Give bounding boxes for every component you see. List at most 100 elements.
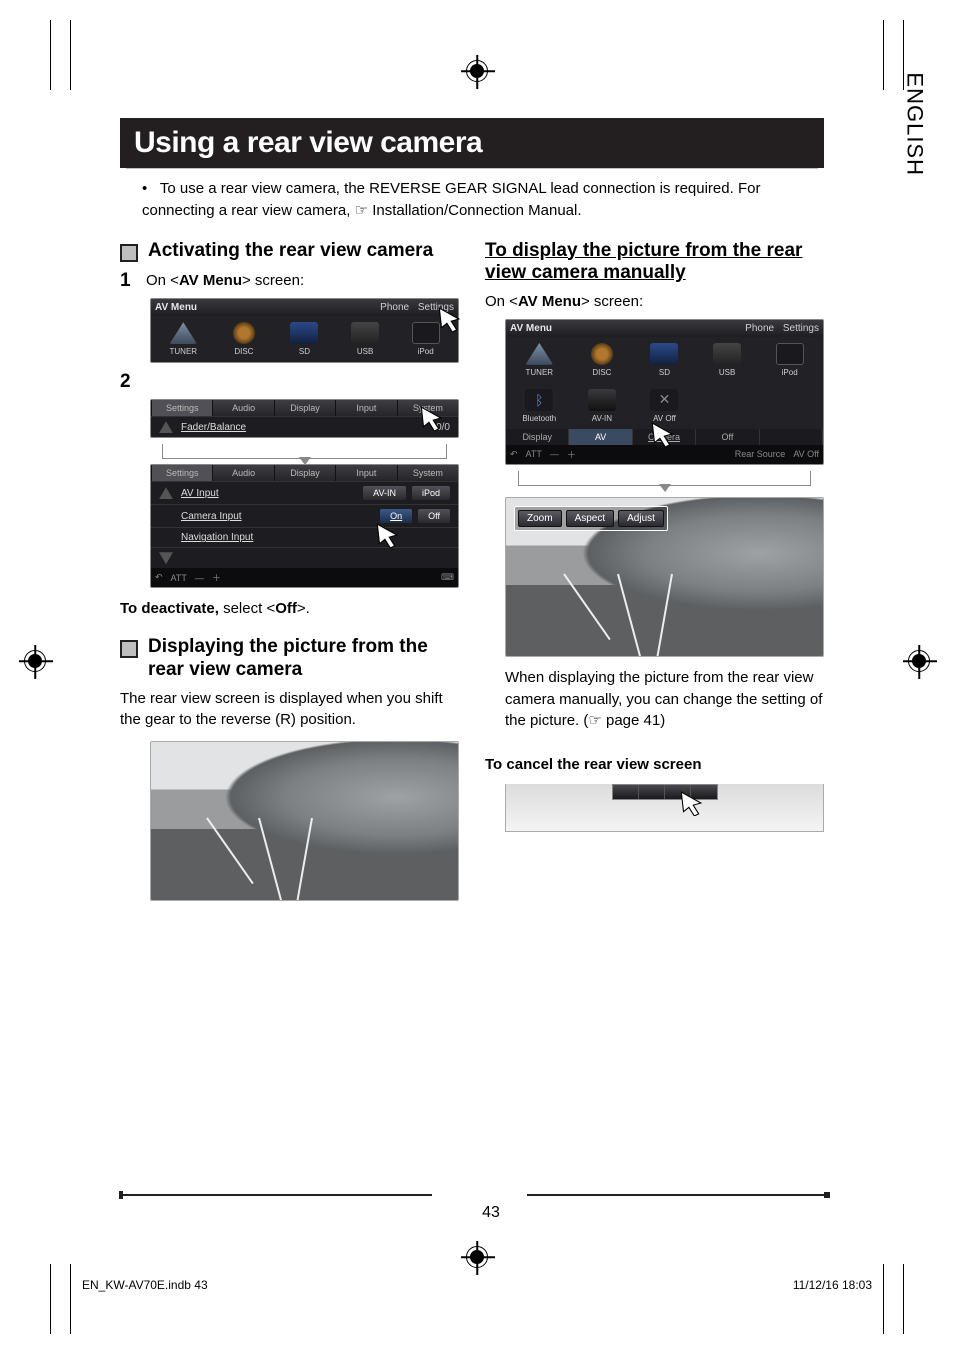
back-icon[interactable]: ↶ [155,572,163,583]
back-icon[interactable]: ↶ [510,449,518,460]
bar-av[interactable]: AV [569,429,632,445]
on-button[interactable]: On [380,509,412,523]
display-body: The rear view screen is displayed when y… [120,688,459,732]
usb-icon [351,322,379,344]
avoff-item[interactable]: ✕AV Off [637,389,692,423]
disc-item[interactable]: DISC [575,343,630,377]
picture-controls: Zoom Aspect Adjust [514,506,668,531]
step1-text: On <AV Menu> screen: [146,270,304,292]
registration-mark-icon [908,650,930,672]
fader-balance-label[interactable]: Fader/Balance [181,422,246,433]
avin-icon [588,389,616,411]
av-menu-screenshot: AV Menu Phone Settings TUNER DISC SD USB… [150,298,459,363]
adjust-button[interactable]: Adjust [618,510,664,527]
att-button[interactable]: ATT [526,449,542,459]
deactivate-text: To deactivate, select <Off>. [120,598,459,620]
camera-input-label[interactable]: Camera Input [181,511,242,522]
disc-item[interactable]: DISC [218,322,271,356]
tab-audio[interactable]: Audio [212,400,273,416]
step-number: 1 [120,270,134,292]
cursor-icon [373,522,399,548]
crop-mark-icon [903,1264,904,1334]
page-number: 43 [120,1204,862,1222]
cursor-icon [648,421,674,447]
registration-mark-icon [466,60,488,82]
plus-button[interactable]: ＋ [567,448,576,461]
tab-display[interactable]: Display [274,400,335,416]
usb-icon [713,343,741,365]
manual-text: On <AV Menu> screen: [485,291,824,313]
scroll-up-icon[interactable] [159,421,173,433]
usb-item[interactable]: USB [700,343,755,377]
minus-button[interactable]: — [550,449,559,459]
sd-icon [290,322,318,344]
usb-item[interactable]: USB [339,322,392,356]
footer-file: EN_KW-AV70E.indb 43 [82,1278,208,1292]
section-box-icon [120,244,138,262]
ipod-icon [776,343,804,365]
sd-item[interactable]: SD [278,322,331,356]
manual-heading: To display the picture from the rear vie… [485,240,824,286]
page-title: Using a rear view camera [120,118,824,168]
cancel-heading: To cancel the rear view screen [485,754,824,776]
tuner-icon [169,322,197,344]
avin-item[interactable]: AV-IN [575,389,630,423]
registration-mark-icon [24,650,46,672]
tab-audio[interactable]: Audio [212,465,273,481]
intro-text: • To use a rear view camera, the REVERSE… [142,178,824,222]
tab-system[interactable]: System [397,465,458,481]
ss-title: AV Menu [155,302,197,313]
rear-source-button[interactable]: Rear Source [735,449,786,459]
tab-input[interactable]: Input [335,465,396,481]
cursor-icon [435,306,461,332]
tuner-item[interactable]: TUNER [157,322,210,356]
section-box-icon [120,640,138,658]
avoff-icon: ✕ [650,389,678,411]
crop-mark-icon [70,20,71,90]
scroll-up-icon[interactable] [159,487,173,499]
avoff-foot-button[interactable]: AV Off [793,449,819,459]
settings-title: Settings [151,465,212,481]
avin-button[interactable]: AV-IN [363,486,406,500]
page-rule [120,1194,432,1196]
zoom-button[interactable]: Zoom [518,510,562,527]
att-button[interactable]: ATT [171,573,187,583]
minus-button[interactable]: — [195,573,204,583]
bluetooth-icon: ᛒ [525,389,553,411]
rear-camera-image [150,741,459,901]
av-input-label[interactable]: AV Input [181,488,219,499]
control-slot[interactable] [639,785,665,799]
phone-button[interactable]: Phone [380,302,409,313]
sd-item[interactable]: SD [637,343,692,377]
aspect-button[interactable]: Aspect [566,510,615,527]
ipod-item[interactable]: iPod [762,343,817,377]
registration-mark-icon [466,1246,488,1268]
navigation-input-label[interactable]: Navigation Input [181,532,253,543]
tab-input[interactable]: Input [335,400,396,416]
tuner-item[interactable]: TUNER [512,343,567,377]
crop-mark-icon [883,1264,884,1334]
disc-icon [233,322,255,344]
tuner-icon [525,343,553,365]
cursor-icon [677,790,703,816]
pointer-icon: ☞ [355,202,368,219]
crop-mark-icon [50,1264,51,1334]
settings-screenshot-2: Settings Audio Display Input System AV I… [150,464,459,588]
phone-button[interactable]: Phone [745,323,774,334]
scroll-down-icon[interactable] [159,552,173,564]
activate-heading: Activating the rear view camera [148,240,433,263]
tab-display[interactable]: Display [274,465,335,481]
ipod-button[interactable]: iPod [412,486,450,500]
control-slot[interactable] [613,785,639,799]
bluetooth-item[interactable]: ᛒBluetooth [512,389,567,423]
settings-button[interactable]: Settings [783,323,819,334]
manual-note: When displaying the picture from the rea… [505,667,824,732]
display-heading: Displaying the picture from the rear vie… [148,636,459,682]
bar-off[interactable]: Off [696,429,759,445]
keyboard-icon[interactable]: ⌨ [441,572,454,583]
bar-display[interactable]: Display [506,429,569,445]
off-button[interactable]: Off [418,509,450,523]
plus-button[interactable]: ＋ [212,571,221,584]
settings-title: Settings [151,400,212,416]
sd-icon [650,343,678,365]
